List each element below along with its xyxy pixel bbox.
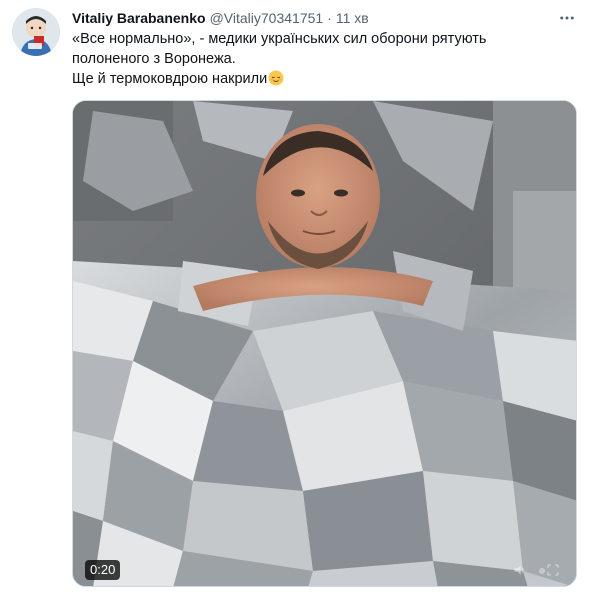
video-duration-badge: 0:20 bbox=[85, 560, 121, 580]
tweet-text-line: полоненого з Воронежа. bbox=[72, 51, 236, 67]
separator-dot: · bbox=[327, 10, 332, 26]
author-name[interactable]: Vitaliy Barabanenko bbox=[72, 10, 206, 26]
volume-icon[interactable] bbox=[510, 560, 530, 580]
tweet-time[interactable]: 11 хв bbox=[336, 10, 369, 26]
avatar[interactable] bbox=[12, 8, 60, 56]
tweet-header: Vitaliy Barabanenko @Vitaliy70341751 · 1… bbox=[72, 8, 369, 28]
author-handle[interactable]: @Vitaliy70341751 bbox=[210, 10, 324, 26]
tweet-text: «Все нормально», - медики українських си… bbox=[72, 29, 572, 89]
tweet-text-line-content: Ще й термоковдрою накрили bbox=[72, 71, 268, 87]
tweet[interactable]: Vitaliy Barabanenko @Vitaliy70341751 · 1… bbox=[0, 0, 589, 594]
more-options-icon[interactable] bbox=[557, 10, 577, 26]
video-player[interactable]: 0:20 bbox=[72, 100, 577, 587]
tweet-text-line: «Все нормально», - медики українських си… bbox=[72, 31, 487, 47]
relieved-face-emoji-icon bbox=[268, 70, 284, 86]
tweet-text-line: Ще й термоковдрою накрили bbox=[72, 69, 572, 89]
video-frame bbox=[73, 101, 576, 586]
fullscreen-icon[interactable] bbox=[543, 560, 563, 580]
